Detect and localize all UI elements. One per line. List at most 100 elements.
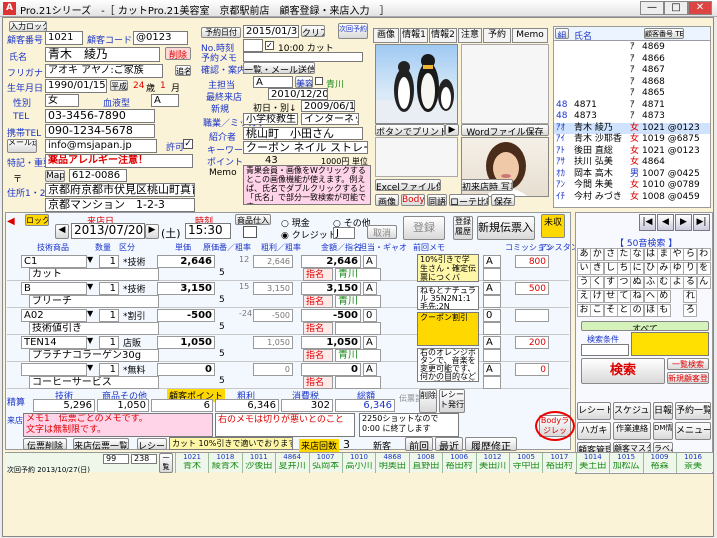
recent-customer[interactable]: 1008 直野田 bbox=[408, 453, 442, 473]
keyword-field[interactable]: クーポン ネイル ストレート bbox=[243, 141, 368, 154]
new-customer-button[interactable]: 新規顧客登録 bbox=[667, 372, 709, 384]
list-item[interactable]: ｱ 4869 bbox=[554, 42, 710, 53]
register-button[interactable]: 登録 bbox=[403, 216, 445, 240]
kana-button[interactable]: よ bbox=[670, 276, 685, 289]
line-price-field[interactable]: -500 bbox=[157, 309, 215, 322]
mobile-field[interactable]: 090-1234-5678 bbox=[45, 124, 155, 138]
kana-button[interactable]: ろ bbox=[683, 304, 698, 317]
recent-customer[interactable]: 1006 裕田村 bbox=[442, 453, 475, 473]
visit-memo3-field[interactable]: 右のメモは切りが悪いとのこと bbox=[215, 413, 355, 437]
recent-customer[interactable]: 1018 綾青木 bbox=[208, 453, 241, 473]
new-slip-button[interactable]: 新規伝票入力 bbox=[477, 216, 535, 240]
prev-visit-button[interactable]: 前回 bbox=[405, 437, 433, 451]
excel-save-button[interactable]: Excelファイル保存 bbox=[375, 179, 441, 191]
commission-select[interactable]: A bbox=[483, 363, 501, 376]
kana-button[interactable]: て bbox=[616, 290, 631, 303]
next-reserve-button[interactable]: 次回予約 bbox=[338, 23, 368, 39]
recent-customer[interactable]: 1009 裕森 bbox=[642, 453, 676, 473]
line-qty-field[interactable]: 1 bbox=[99, 255, 119, 268]
line-amount-field[interactable]: 0 bbox=[301, 363, 361, 376]
item-purchase-button[interactable]: 商品仕入 bbox=[235, 214, 271, 225]
line-amount-field[interactable]: -500 bbox=[301, 309, 361, 322]
search-button[interactable]: 検索 bbox=[581, 358, 665, 384]
list-item[interactable]: ｱ 4865 bbox=[554, 88, 710, 99]
chevron-down-icon[interactable]: ▼ bbox=[87, 309, 97, 321]
line-qty-field[interactable]: 1 bbox=[99, 309, 119, 322]
first-visit-field[interactable]: 2009/06/10 bbox=[301, 100, 355, 112]
reserve-date-button[interactable]: 予約日付 bbox=[201, 27, 241, 38]
line-price-field[interactable]: 3,150 bbox=[157, 282, 215, 295]
visit-memo-field[interactable]: メモ1 伝票ごとのメモです。 文字は無制限です。 bbox=[23, 413, 213, 437]
tab-notice[interactable]: 注意 bbox=[458, 28, 482, 43]
assistant-select[interactable] bbox=[483, 322, 501, 335]
kana-button[interactable]: あ bbox=[577, 248, 591, 261]
line-staff-select[interactable]: A bbox=[363, 336, 377, 349]
tab-info2[interactable]: 情報2 bbox=[429, 28, 457, 43]
reserve-no-field[interactable] bbox=[243, 39, 263, 52]
line-qty-field[interactable]: 1 bbox=[99, 363, 119, 376]
kana-button[interactable]: め bbox=[656, 290, 671, 303]
line-amount-field[interactable]: 3,150 bbox=[301, 282, 361, 295]
commission-select[interactable]: A bbox=[483, 336, 501, 349]
kana-button[interactable]: け bbox=[590, 290, 605, 303]
mail-send-button[interactable]: メール送信 bbox=[7, 139, 37, 153]
body-button[interactable]: Body bbox=[401, 194, 425, 206]
side-receipt-button[interactable]: レシート bbox=[577, 402, 611, 420]
list-item[interactable]: ｱｲ 青木 沙耶香女 1019 @6875 bbox=[554, 134, 710, 145]
tab-info1[interactable]: 情報1 bbox=[400, 28, 428, 43]
commission-select[interactable]: A bbox=[483, 282, 501, 295]
chevron-down-icon[interactable]: ▼ bbox=[87, 282, 97, 294]
line-staff-select[interactable]: A bbox=[363, 282, 377, 295]
kana-button[interactable]: ち bbox=[616, 262, 631, 275]
kana-button[interactable]: や bbox=[670, 248, 685, 261]
kana-button[interactable]: す bbox=[603, 276, 618, 289]
maximize-button[interactable]: □ bbox=[664, 1, 688, 15]
recent-customer[interactable]: 1007 弘岡本 bbox=[308, 453, 342, 473]
gender-select[interactable]: 女 bbox=[45, 94, 79, 107]
recent-customer[interactable]: 1015 加松広 bbox=[609, 453, 642, 473]
tab-memo[interactable]: Memo bbox=[512, 28, 548, 43]
search-cond-field[interactable] bbox=[581, 344, 629, 356]
shot-memo-field[interactable]: 2250ショットなので 0:00 に終了します bbox=[359, 413, 459, 437]
history-button[interactable]: 登録履歴 bbox=[453, 216, 473, 240]
memo-line1[interactable]: 10%引きで学生さん・確定伝票につくバ bbox=[417, 254, 479, 282]
search-input[interactable] bbox=[631, 332, 709, 356]
visit-prev-day-button[interactable]: ◀ bbox=[55, 224, 69, 239]
recent-customer[interactable]: 1014 美土田 bbox=[575, 453, 609, 473]
recent-customer[interactable]: 4868 明奥田 bbox=[375, 453, 408, 473]
clear-button[interactable]: クリア bbox=[301, 25, 325, 37]
kana-button[interactable]: せ bbox=[603, 290, 618, 303]
compare-button[interactable]: ローテ比較 bbox=[449, 194, 489, 206]
delete-button[interactable]: 削除 bbox=[165, 47, 191, 60]
furigana-field[interactable]: アオキ アヤノ:ご家族 bbox=[45, 64, 163, 78]
line-staff-select[interactable]: A bbox=[363, 363, 377, 376]
recent-customer[interactable]: 4864 夏井川 bbox=[275, 453, 308, 473]
assistant-select[interactable] bbox=[483, 376, 501, 389]
address2-field[interactable]: 京都マンション 1-2-3 bbox=[45, 198, 195, 212]
list-item[interactable]: ｱ 4866 bbox=[554, 54, 710, 65]
customer-id-field[interactable]: 1021 bbox=[45, 31, 83, 45]
job-select[interactable]: 小学校教生 bbox=[243, 113, 298, 125]
birth-field[interactable]: 1990/01/15 bbox=[45, 79, 107, 93]
intro-field[interactable]: 桃山町 小田さん bbox=[243, 127, 363, 140]
kana-button[interactable]: ゆ bbox=[670, 262, 685, 275]
payment-credit[interactable]: ◉ クレジット bbox=[281, 228, 337, 241]
kana-button[interactable]: し bbox=[603, 262, 618, 275]
nav-button[interactable]: ▶| bbox=[693, 214, 710, 231]
staff-select[interactable]: A bbox=[253, 76, 293, 88]
kana-button[interactable]: き bbox=[590, 262, 605, 275]
staff-checkbox[interactable] bbox=[315, 77, 323, 85]
kana-button[interactable]: ひ bbox=[643, 262, 658, 275]
recent-customer[interactable]: 1005 寺中田 bbox=[509, 453, 542, 473]
line-code-field[interactable]: TEN14 bbox=[21, 336, 87, 349]
kana-button[interactable]: う bbox=[577, 276, 591, 289]
side-contact-button[interactable]: 作業連絡 bbox=[613, 422, 651, 440]
side-dm-button[interactable]: DM情報 bbox=[653, 422, 673, 440]
memo-line2[interactable]: ねもとナチュラル 35N2N1:1 毛先:2N bbox=[417, 286, 479, 310]
kana-button[interactable]: ほ bbox=[643, 304, 658, 317]
list-item[interactable]: ｱｵ 青木 綾乃 女 1021 @0123 bbox=[554, 122, 710, 134]
receipt-issue-button[interactable]: レシート発行 bbox=[439, 389, 465, 413]
unpaid-button[interactable]: 未収 bbox=[541, 214, 565, 238]
reserve-memo-field[interactable] bbox=[243, 52, 363, 62]
recent-customer[interactable]: 1011 沙後田 bbox=[241, 453, 275, 473]
